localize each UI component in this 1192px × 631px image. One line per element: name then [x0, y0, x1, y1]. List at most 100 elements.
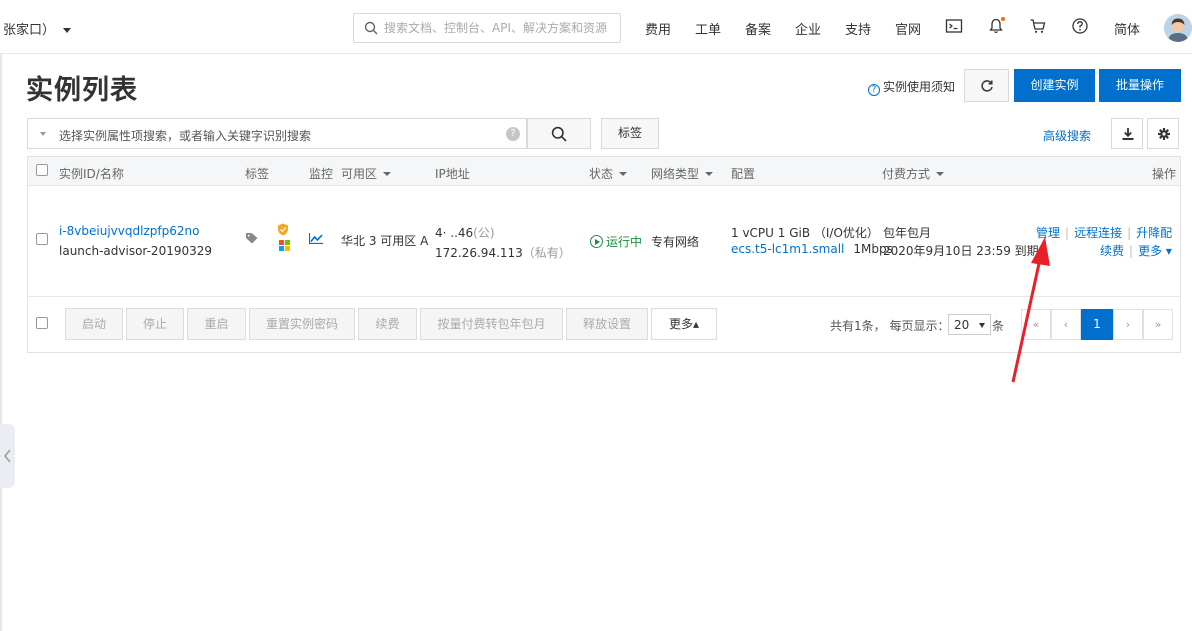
expire-time: 2020年9月10日 23:59 到期	[883, 244, 1039, 258]
security-shield-icon	[277, 223, 289, 239]
col-status-label: 状态	[589, 167, 614, 181]
instance-type-link[interactable]: ecs.t5-lc1m1.small	[731, 242, 844, 256]
global-search-input[interactable]	[384, 14, 616, 42]
sidebar-edge	[0, 54, 2, 631]
region-selector[interactable]: 张家口）	[3, 19, 72, 38]
col-zone[interactable]: 可用区	[341, 165, 392, 182]
col-config: 配置	[731, 167, 756, 181]
pager-next[interactable]: ›	[1113, 309, 1143, 340]
search-icon	[364, 21, 378, 35]
public-ip-value: 4· ..46	[435, 226, 474, 240]
gear-icon	[1158, 128, 1170, 140]
private-ip-suffix: （私有）	[522, 246, 571, 260]
bell-icon[interactable]	[987, 17, 1007, 37]
avatar[interactable]	[1164, 14, 1192, 42]
pager-last[interactable]: »	[1143, 309, 1173, 340]
chevron-down-icon	[40, 132, 46, 136]
col-billing[interactable]: 付费方式	[882, 165, 945, 182]
private-ip: 172.26.94.113（私有）	[435, 244, 571, 261]
renew-link[interactable]: 续费	[1100, 244, 1124, 258]
chevron-down-icon	[63, 28, 72, 33]
convert-billing-button[interactable]: 按量付费转包年包月	[420, 308, 563, 340]
page-size-value: 20	[954, 318, 970, 332]
col-actions: 操作	[1152, 167, 1177, 181]
filter-search-button[interactable]	[527, 118, 591, 149]
running-icon	[590, 235, 603, 248]
nav-enterprise[interactable]: 企业	[795, 19, 821, 38]
remote-connect-link[interactable]: 远程连接	[1074, 226, 1122, 240]
nav-support[interactable]: 支持	[845, 19, 871, 38]
network-type: 专有网络	[651, 235, 700, 249]
nav-icp[interactable]: 备案	[745, 19, 771, 38]
col-network-label: 网络类型	[651, 167, 700, 181]
status-badge: 运行中	[590, 233, 642, 250]
windows-icon	[279, 240, 290, 254]
instance-id-link[interactable]: i-8vbeiujvvqdlzpfp62no	[59, 224, 199, 238]
footer-more-button[interactable]: 更多▴	[651, 308, 717, 340]
batch-operation-button[interactable]: 批量操作	[1099, 69, 1181, 102]
nav-billing[interactable]: 费用	[645, 19, 671, 38]
instance-filter-input[interactable]: 选择实例属性项搜索，或者输入关键字识别搜索 ?	[27, 118, 527, 149]
usage-notice-label: 实例使用须知	[883, 80, 956, 94]
tag-filter-button[interactable]: 标签	[601, 118, 659, 149]
col-ip: IP地址	[435, 167, 470, 181]
language-switch[interactable]: 简体	[1114, 19, 1140, 38]
billing-type: 包年包月	[883, 226, 932, 240]
reset-password-button[interactable]: 重置实例密码	[249, 308, 355, 340]
sidebar-collapse-toggle[interactable]	[0, 424, 15, 488]
row-actions-line2: 续费 | 更多 ▾	[1100, 244, 1172, 258]
status-label: 运行中	[606, 235, 643, 249]
monitor-chart-icon[interactable]	[308, 233, 323, 247]
refresh-button[interactable]	[964, 69, 1009, 102]
advanced-search-link[interactable]: 高级搜索	[1043, 127, 1091, 144]
stop-button[interactable]: 停止	[126, 308, 184, 340]
refresh-icon	[981, 80, 993, 92]
help-icon[interactable]	[1071, 17, 1091, 37]
restart-button[interactable]: 重启	[187, 308, 246, 340]
private-ip-value: 172.26.94.113	[435, 246, 523, 260]
row-checkbox[interactable]	[36, 233, 48, 245]
col-network[interactable]: 网络类型	[651, 165, 714, 182]
more-actions-link[interactable]: 更多 ▾	[1138, 244, 1172, 258]
col-billing-label: 付费方式	[882, 167, 931, 181]
row-actions-line1: 管理 | 远程连接 | 升降配	[1036, 226, 1173, 240]
pager-current[interactable]: 1	[1081, 309, 1113, 340]
create-instance-button[interactable]: 创建实例	[1014, 69, 1095, 102]
page-title: 实例列表	[26, 75, 138, 106]
chevron-down-icon	[383, 172, 392, 176]
renew-button[interactable]: 续费	[358, 308, 417, 340]
pager-first[interactable]: «	[1021, 309, 1051, 340]
config-type: ecs.t5-lc1m1.small 1Mbps	[731, 242, 893, 256]
chevron-left-icon	[4, 449, 11, 463]
nav-official-site[interactable]: 官网	[895, 19, 921, 38]
manage-link[interactable]: 管理	[1036, 226, 1060, 240]
col-id-name: 实例ID/名称	[59, 167, 124, 181]
zone-value: 华北 3 可用区 A	[341, 234, 429, 248]
cart-icon[interactable]	[1029, 17, 1049, 37]
nav-tickets[interactable]: 工单	[695, 19, 721, 38]
settings-button[interactable]	[1147, 118, 1179, 149]
instance-name: launch-advisor-20190329	[59, 244, 213, 258]
region-label: 张家口）	[3, 23, 56, 38]
select-all-checkbox[interactable]	[36, 164, 48, 176]
terminal-icon[interactable]	[945, 17, 965, 37]
release-settings-button[interactable]: 释放设置	[566, 308, 648, 340]
page-size-select[interactable]: 20	[948, 314, 991, 335]
table-header: 实例ID/名称 标签 监控 可用区 IP地址 状态 网络类型 配置 付费方式 操…	[28, 157, 1180, 186]
pager-prev[interactable]: ‹	[1051, 309, 1081, 340]
col-monitor: 监控	[309, 167, 334, 181]
global-search[interactable]	[353, 13, 621, 43]
usage-notice-link[interactable]: ? 实例使用须知	[868, 78, 955, 96]
public-ip-suffix: (公)	[473, 226, 495, 240]
top-bar: 张家口） 费用 工单 备案 企业 支持 官网 简体	[0, 0, 1192, 54]
chevron-down-icon	[619, 172, 628, 176]
footer-select-all-checkbox[interactable]	[36, 317, 48, 329]
question-icon: ?	[868, 84, 880, 96]
tag-icon[interactable]	[245, 232, 259, 247]
export-button[interactable]	[1111, 118, 1143, 149]
col-status[interactable]: 状态	[589, 165, 628, 182]
col-tags: 标签	[245, 167, 270, 181]
resize-link[interactable]: 升降配	[1136, 226, 1172, 240]
start-button[interactable]: 启动	[65, 308, 123, 340]
help-icon[interactable]: ?	[506, 127, 520, 141]
